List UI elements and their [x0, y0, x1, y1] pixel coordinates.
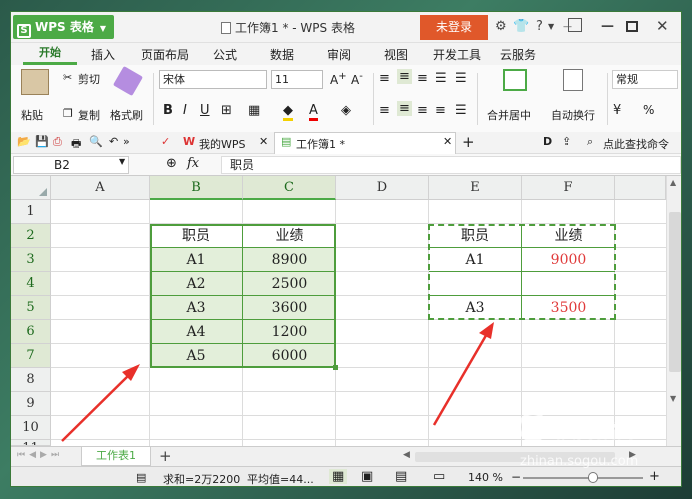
sogou-logo-icon: [518, 412, 548, 442]
watermark-url: zhinan.sogou.com: [520, 454, 639, 469]
watermark-title: 搜狗指南: [556, 418, 636, 442]
annotation-arrow-left: [61, 364, 140, 442]
annotation-arrow-right: [432, 322, 494, 426]
